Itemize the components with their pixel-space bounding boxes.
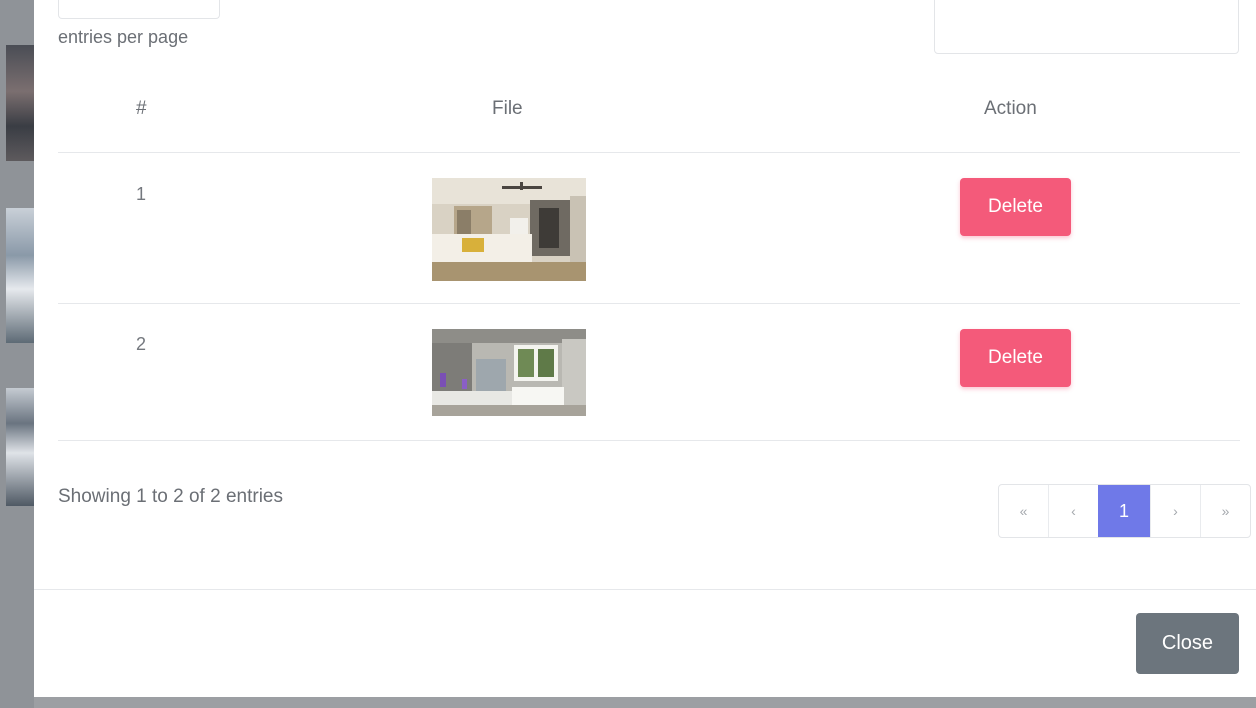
page-button-current[interactable]: 1 bbox=[1098, 485, 1150, 537]
search-input[interactable] bbox=[934, 0, 1239, 54]
row-index: 1 bbox=[136, 184, 147, 204]
background-listing-image bbox=[6, 45, 34, 161]
files-modal: entries per page # File Action 1 Delete … bbox=[34, 0, 1256, 697]
delete-button[interactable]: Delete bbox=[960, 329, 1071, 387]
close-button[interactable]: Close bbox=[1136, 613, 1239, 674]
bathroom-photo-thumbnail bbox=[432, 329, 586, 416]
last-page-button[interactable]: » bbox=[1200, 485, 1250, 537]
delete-button[interactable]: Delete bbox=[960, 178, 1071, 236]
header-divider bbox=[58, 152, 1240, 153]
previous-page-button[interactable]: ‹ bbox=[1048, 485, 1098, 537]
column-header-action[interactable]: Action bbox=[984, 98, 1037, 120]
background-listing-image bbox=[6, 208, 34, 343]
background-listing-image bbox=[6, 388, 34, 506]
next-page-button[interactable]: › bbox=[1150, 485, 1200, 537]
pagination: « ‹ 1 › » bbox=[998, 484, 1251, 538]
entries-per-page-select[interactable] bbox=[58, 0, 220, 19]
modal-footer-divider bbox=[34, 589, 1256, 590]
page-backdrop bbox=[0, 0, 34, 708]
table-info: Showing 1 to 2 of 2 entries bbox=[58, 486, 283, 507]
first-page-button[interactable]: « bbox=[999, 485, 1048, 537]
entries-per-page-label: entries per page bbox=[58, 27, 189, 47]
column-header-file[interactable]: File bbox=[492, 98, 523, 120]
table-bottom-divider bbox=[58, 440, 1240, 441]
row-index: 2 bbox=[136, 334, 147, 354]
column-header-index[interactable]: # bbox=[136, 98, 147, 120]
bedroom-photo-thumbnail bbox=[432, 178, 586, 281]
row-divider bbox=[58, 303, 1240, 304]
